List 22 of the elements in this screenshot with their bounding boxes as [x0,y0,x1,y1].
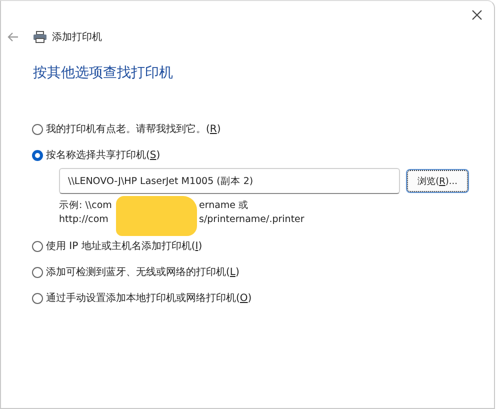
option-label[interactable]: 我的打印机有点老。请帮我找到它。(R) [46,122,221,136]
close-button[interactable] [470,9,484,21]
option-label[interactable]: 通过手动设置添加本地打印机或网络打印机(O) [46,291,252,305]
printer-icon [33,31,47,43]
example-text: 示例: \\com [59,199,113,213]
printer-name-field[interactable]: \\LENOVO-J\HP LaserJet M1005 (副本 2) [59,168,400,194]
browse-button[interactable]: 浏览(R)... [407,170,468,192]
example-text: s/printername/.printer [199,213,304,227]
radio-button[interactable] [32,150,43,160]
option-label[interactable]: 添加可检测到蓝牙、无线或网络的打印机(L) [46,265,240,279]
radio-button[interactable] [32,240,43,252]
example-text: http://com [59,213,110,227]
page-heading: 按其他选项查找打印机 [33,64,174,82]
radio-button[interactable] [32,266,43,278]
option-label[interactable]: 使用 IP 地址或主机名添加打印机(I) [46,239,202,253]
window-title: 添加打印机 [52,30,102,44]
back-arrow-icon[interactable] [7,32,19,42]
radio-button[interactable] [32,124,43,134]
close-icon [472,10,482,20]
radio-button[interactable] [32,292,43,304]
option-label[interactable]: 按名称选择共享打印机(S) [46,148,160,162]
example-text: ername 或 [199,199,249,213]
